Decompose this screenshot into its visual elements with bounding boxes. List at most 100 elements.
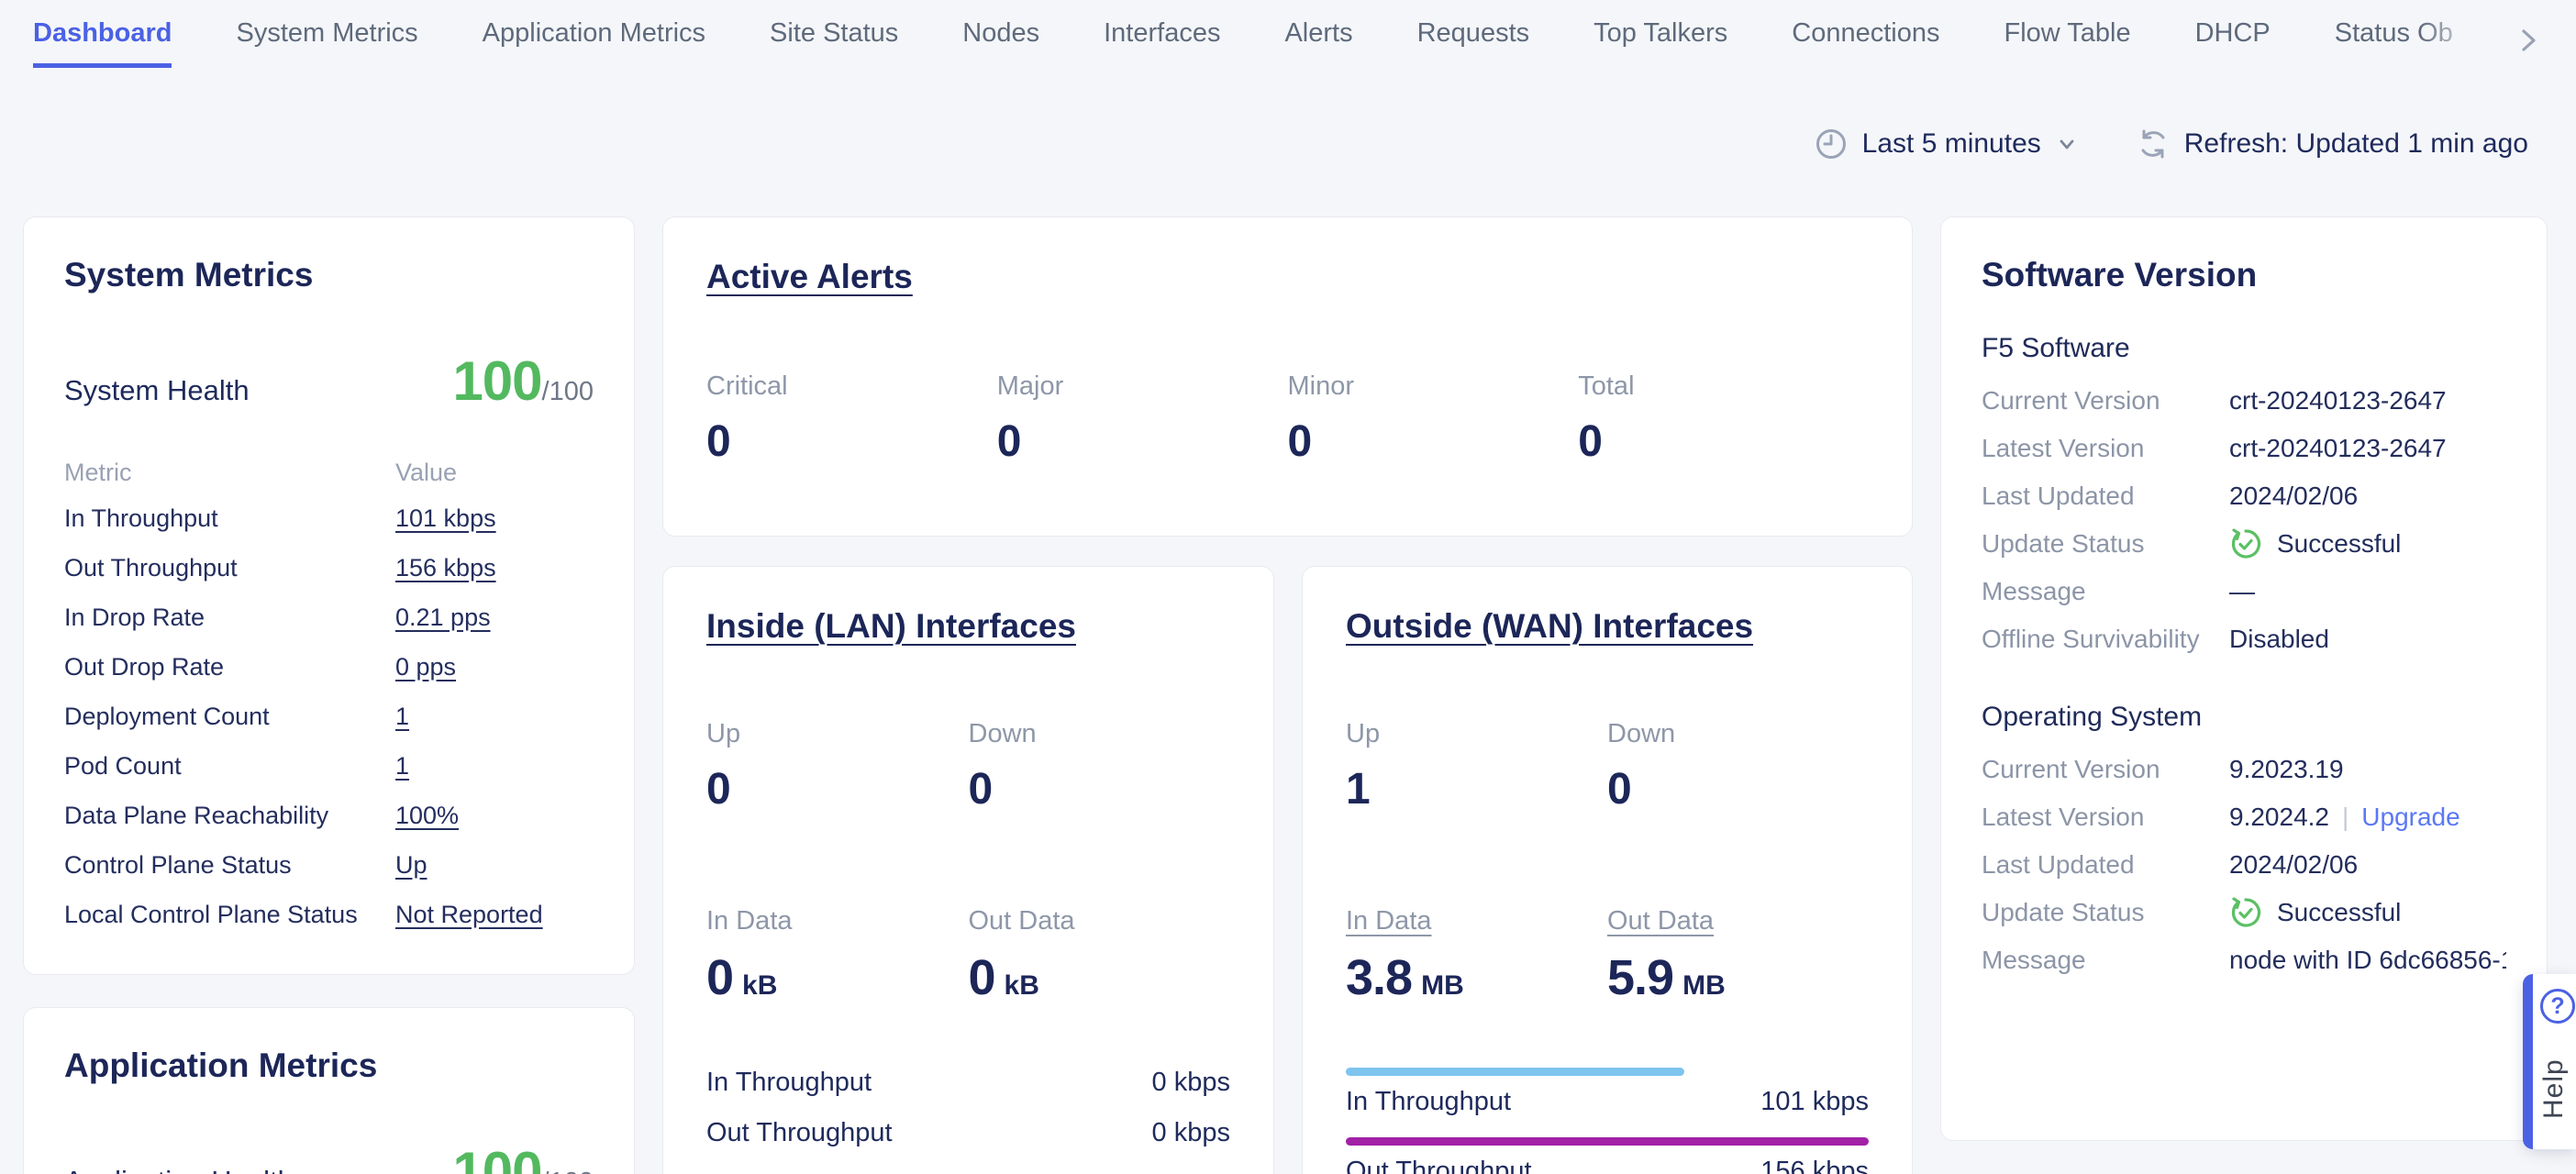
tab-requests[interactable]: Requests xyxy=(1417,18,1530,68)
row-value: node with ID 6dc66856-1... xyxy=(2229,946,2506,975)
tab-dashboard[interactable]: Dashboard xyxy=(33,18,172,68)
refresh-icon xyxy=(2137,127,2170,161)
tab-interfaces[interactable]: Interfaces xyxy=(1104,18,1220,68)
refresh-control[interactable]: Refresh: Updated 1 min ago xyxy=(2137,127,2528,161)
out-data-unit: kB xyxy=(1005,970,1039,1002)
lan-title-link[interactable]: Inside (LAN) Interfaces xyxy=(706,607,1230,646)
alert-count: 0 xyxy=(997,416,1288,467)
alert-label: Critical xyxy=(706,371,997,402)
f5-software-heading: F5 Software xyxy=(1982,333,2506,364)
tab-status-objects[interactable]: Status Ob xyxy=(2335,18,2453,68)
nav-tab-list: Dashboard System Metrics Application Met… xyxy=(33,18,2501,68)
table-row: Data Plane Reachability 100% xyxy=(64,791,594,840)
row-value: crt-20240123-2647 xyxy=(2229,386,2506,415)
wan-title-link[interactable]: Outside (WAN) Interfaces xyxy=(1346,607,1869,646)
metric-value-link[interactable]: 156 kbps xyxy=(395,554,594,582)
metric-value-link[interactable]: Up xyxy=(395,851,594,880)
latest-version-row: Latest Version 9.2024.2 | Upgrade xyxy=(1982,793,2506,841)
wan-up-down: Up 1 Down 0 xyxy=(1346,719,1869,814)
application-health-row: Application Health 100/100 xyxy=(64,1140,594,1174)
alert-stat-minor: Minor 0 xyxy=(1288,371,1579,467)
right-column: Software Version F5 Software Current Ver… xyxy=(1940,216,2548,1141)
metric-value-link[interactable]: 0.21 pps xyxy=(395,604,594,632)
help-panel-toggle[interactable]: ? Help xyxy=(2523,974,2576,1149)
out-data-value: 5.9 xyxy=(1607,949,1673,1006)
wan-out-throughput-row: Out Throughput 156 kbps xyxy=(1346,1127,1869,1174)
metric-label: Control Plane Status xyxy=(64,851,395,880)
row-label: Latest Version xyxy=(1982,803,2229,832)
up-label: Up xyxy=(706,719,969,749)
tab-top-talkers[interactable]: Top Talkers xyxy=(1593,18,1727,68)
active-alerts-title-link[interactable]: Active Alerts xyxy=(706,258,1869,296)
row-label: Offline Survivability xyxy=(1982,625,2229,654)
update-status-value: Successful xyxy=(2277,898,2401,927)
lan-throughput: In Throughput 0 kbps Out Throughput 0 kb… xyxy=(706,1058,1230,1158)
tab-connections[interactable]: Connections xyxy=(1792,18,1939,68)
row-label: Message xyxy=(1982,946,2229,975)
metric-value-link[interactable]: 100% xyxy=(395,802,594,830)
in-data-label: In Data xyxy=(706,906,969,936)
interfaces-row: Inside (LAN) Interfaces Up 0 Down 0 In D… xyxy=(662,566,1913,1174)
alert-label: Minor xyxy=(1288,371,1579,402)
out-data-link[interactable]: Out Data xyxy=(1607,906,1869,936)
software-version-title: Software Version xyxy=(1982,256,2506,294)
current-version-row: Current Version crt-20240123-2647 xyxy=(1982,377,2506,425)
metric-value-link[interactable]: 101 kbps xyxy=(395,504,594,533)
out-data-value: 0 xyxy=(969,949,995,1006)
table-row: Local Control Plane Status Not Reported xyxy=(64,890,594,939)
metric-column-header: Metric xyxy=(64,459,395,487)
update-status-row: Update Status Successful xyxy=(1982,520,2506,568)
row-value: 2024/02/06 xyxy=(2229,482,2506,511)
alert-stat-major: Major 0 xyxy=(997,371,1288,467)
alerts-summary: Critical 0 Major 0 Minor 0 Total 0 xyxy=(706,371,1869,467)
metric-value-link[interactable]: Not Reported xyxy=(395,901,594,929)
application-metrics-title: Application Metrics xyxy=(64,1047,594,1085)
tab-flow-table[interactable]: Flow Table xyxy=(2004,18,2131,68)
update-status-row: Update Status Successful xyxy=(1982,889,2506,936)
out-throughput-label: Out Throughput xyxy=(706,1118,893,1148)
current-version-row: Current Version 9.2023.19 xyxy=(1982,746,2506,793)
in-data-unit: MB xyxy=(1421,970,1464,1002)
tab-nodes[interactable]: Nodes xyxy=(962,18,1039,68)
message-row: Message — xyxy=(1982,568,2506,615)
system-health-score: 100/100 xyxy=(452,349,594,413)
tab-application-metrics[interactable]: Application Metrics xyxy=(483,18,705,68)
upgrade-link[interactable]: Upgrade xyxy=(2361,803,2459,832)
metric-value-link[interactable]: 0 pps xyxy=(395,653,594,681)
up-value: 1 xyxy=(1346,764,1607,814)
nav-scroll-right-button[interactable] xyxy=(2510,22,2547,59)
out-throughput-value: 156 kbps xyxy=(1760,1157,1869,1174)
health-denominator: /100 xyxy=(542,377,594,406)
update-status-value: Successful xyxy=(2277,529,2401,559)
help-label: Help xyxy=(2536,1038,2572,1139)
up-label: Up xyxy=(1346,719,1607,749)
dashboard-grid: System Metrics System Health 100/100 Met… xyxy=(0,216,2576,1174)
wan-up-stat: Up 1 xyxy=(1346,719,1607,814)
top-nav: Dashboard System Metrics Application Met… xyxy=(0,0,2576,75)
in-data-link[interactable]: In Data xyxy=(1346,906,1607,936)
refresh-status-text: Refresh: Updated 1 min ago xyxy=(2184,128,2528,160)
metric-value-link[interactable]: 1 xyxy=(395,703,594,731)
row-label: Message xyxy=(1982,577,2229,606)
tab-site-status[interactable]: Site Status xyxy=(770,18,898,68)
wan-throughput: In Throughput 101 kbps Out Throughput 15… xyxy=(1346,1058,1869,1174)
metric-label: Pod Count xyxy=(64,752,395,781)
update-success-icon xyxy=(2229,896,2262,929)
metric-value-link[interactable]: 1 xyxy=(395,752,594,781)
tab-dhcp[interactable]: DHCP xyxy=(2195,18,2271,68)
wan-in-throughput-row: In Throughput 101 kbps xyxy=(1346,1058,1869,1127)
tab-system-metrics[interactable]: System Metrics xyxy=(236,18,417,68)
row-label: Latest Version xyxy=(1982,434,2229,463)
table-row: In Throughput 101 kbps xyxy=(64,493,594,543)
system-health-label: System Health xyxy=(64,374,250,407)
row-label: Update Status xyxy=(1982,898,2229,927)
time-range-selector[interactable]: Last 5 minutes xyxy=(1815,127,2078,161)
row-label: Last Updated xyxy=(1982,850,2229,880)
in-throughput-value: 0 kbps xyxy=(1152,1068,1230,1098)
table-row: Control Plane Status Up xyxy=(64,840,594,890)
tab-alerts[interactable]: Alerts xyxy=(1284,18,1352,68)
health-value: 100 xyxy=(452,350,541,412)
lan-in-data: In Data 0 kB xyxy=(706,906,969,1006)
out-throughput-value: 0 kbps xyxy=(1152,1118,1230,1148)
lan-data: In Data 0 kB Out Data 0 kB xyxy=(706,906,1230,1006)
